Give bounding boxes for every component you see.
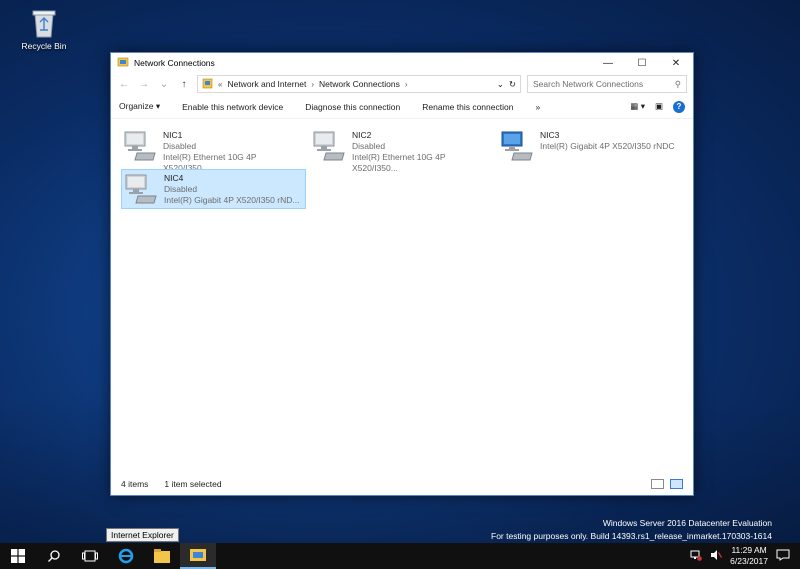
connection-status: Disabled	[163, 141, 197, 151]
notification-center-icon[interactable]	[776, 549, 790, 563]
breadcrumb-separator-icon: ›	[311, 79, 315, 89]
taskbar: 11:29 AM 6/23/2017	[0, 543, 800, 569]
connection-name: NIC2	[352, 130, 372, 140]
selection-count: 1 item selected	[164, 479, 222, 489]
status-bar: 4 items 1 item selected	[111, 473, 693, 495]
breadcrumb-network-and-internet[interactable]: Network and Internet	[227, 79, 306, 89]
address-bar[interactable]: « Network and Internet › Network Connect…	[197, 75, 521, 93]
taskbar-tooltip: Internet Explorer	[106, 528, 179, 542]
details-view-icon[interactable]	[651, 479, 664, 489]
forward-arrow-icon[interactable]: →	[137, 79, 151, 90]
search-input[interactable]: Search Network Connections ⚲	[527, 75, 687, 93]
refresh-icon[interactable]: ↻	[509, 79, 516, 90]
folder-icon	[154, 549, 170, 563]
breadcrumb-network-connections[interactable]: Network Connections	[319, 79, 400, 89]
organize-menu[interactable]: Organize ▾	[119, 101, 160, 112]
search-icon	[48, 550, 60, 562]
close-button[interactable]: ✕	[659, 53, 693, 73]
connection-item-nic2[interactable]: NIC2 Disabled Intel(R) Ethernet 10G 4P X…	[310, 127, 493, 173]
network-connections-taskbar-button[interactable]	[180, 543, 216, 569]
connection-device: Intel(R) Gigabit 4P X520/I350 rNDC	[540, 141, 675, 151]
internet-explorer-icon	[118, 548, 134, 564]
search-button[interactable]	[36, 543, 72, 569]
change-view-icon[interactable]: ▦ ▾	[630, 101, 645, 112]
connections-list: NIC1 Disabled Intel(R) Ethernet 10G 4P X…	[111, 119, 693, 473]
clock-date: 6/23/2017	[730, 556, 768, 566]
minimize-button[interactable]: —	[591, 53, 625, 73]
internet-explorer-button[interactable]	[108, 543, 144, 569]
recycle-bin-shortcut[interactable]: Recycle Bin	[18, 8, 70, 51]
address-prefix: «	[218, 79, 223, 89]
address-dropdown-icon[interactable]: ⌄	[497, 79, 504, 90]
network-location-icon	[202, 78, 213, 91]
watermark-build: For testing purposes only. Build 14393.r…	[491, 531, 772, 541]
network-connections-window: Network Connections — ☐ ✕ ← → ⌄ ↑ « Netw…	[110, 52, 694, 496]
connection-name: NIC4	[164, 173, 184, 183]
recycle-bin-label: Recycle Bin	[21, 41, 67, 51]
window-title: Network Connections	[134, 58, 215, 68]
network-adapter-enabled-icon	[500, 129, 536, 165]
item-count: 4 items	[121, 479, 149, 489]
connection-name: NIC1	[163, 130, 183, 140]
network-status-icon[interactable]	[690, 549, 702, 563]
os-watermark: Windows Server 2016 Datacenter Evaluatio…	[491, 517, 772, 543]
recent-locations-icon[interactable]: ⌄	[157, 79, 171, 90]
system-tray: 11:29 AM 6/23/2017	[690, 545, 800, 567]
title-bar[interactable]: Network Connections — ☐ ✕	[111, 53, 693, 73]
enable-device-button[interactable]: Enable this network device	[182, 102, 283, 112]
connection-item-nic3[interactable]: NIC3 Intel(R) Gigabit 4P X520/I350 rNDC	[498, 127, 681, 165]
start-button[interactable]	[0, 543, 36, 569]
rename-connection-button[interactable]: Rename this connection	[422, 102, 513, 112]
tiles-view-icon[interactable]	[670, 479, 683, 489]
connection-name: NIC3	[540, 130, 560, 140]
volume-icon[interactable]	[710, 549, 723, 563]
help-icon[interactable]: ?	[673, 100, 685, 113]
back-arrow-icon[interactable]: ←	[117, 79, 131, 90]
network-adapter-disabled-icon	[124, 172, 160, 208]
connection-device: Intel(R) Gigabit 4P X520/I350 rND...	[164, 195, 300, 205]
task-view-icon	[82, 550, 98, 562]
search-placeholder: Search Network Connections	[533, 79, 644, 89]
maximize-button[interactable]: ☐	[625, 53, 659, 73]
search-icon: ⚲	[674, 78, 681, 89]
network-adapter-disabled-icon	[123, 129, 159, 165]
clock[interactable]: 11:29 AM 6/23/2017	[730, 545, 768, 567]
navigation-bar: ← → ⌄ ↑ « Network and Internet › Network…	[111, 73, 693, 95]
connection-item-nic4[interactable]: NIC4 Disabled Intel(R) Gigabit 4P X520/I…	[121, 169, 306, 209]
file-explorer-button[interactable]	[144, 543, 180, 569]
connection-item-nic1[interactable]: NIC1 Disabled Intel(R) Ethernet 10G 4P X…	[121, 127, 304, 173]
diagnose-connection-button[interactable]: Diagnose this connection	[305, 102, 400, 112]
breadcrumb-separator-icon: ›	[404, 79, 408, 89]
recycle-bin-icon	[31, 8, 57, 38]
windows-logo-icon	[11, 549, 25, 563]
network-folder-icon	[117, 56, 129, 70]
clock-time: 11:29 AM	[731, 545, 767, 555]
connection-status: Disabled	[352, 141, 386, 151]
network-adapter-disabled-icon	[312, 129, 348, 165]
network-connections-icon	[190, 549, 206, 561]
watermark-edition: Windows Server 2016 Datacenter Evaluatio…	[602, 518, 772, 528]
connection-device: Intel(R) Ethernet 10G 4P X520/I350...	[352, 152, 446, 173]
task-view-button[interactable]	[72, 543, 108, 569]
up-arrow-icon[interactable]: ↑	[177, 79, 191, 90]
command-toolbar: Organize ▾ Enable this network device Di…	[111, 95, 693, 119]
connection-status: Disabled	[164, 184, 198, 194]
preview-pane-icon[interactable]: ▣	[655, 101, 663, 112]
more-commands-button[interactable]: »	[535, 102, 540, 112]
